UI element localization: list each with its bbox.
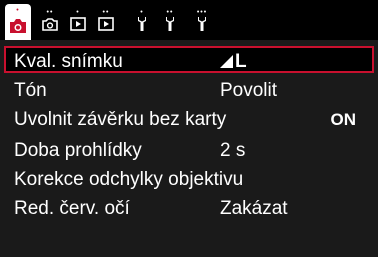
tab-page-dots: • [76,9,80,16]
camera-icon [10,19,26,33]
menu-item-red-eye[interactable]: Red. červ. očí Zakázat [0,195,378,222]
tab-playback-2[interactable]: •• [94,6,118,34]
tab-shooting-1[interactable]: • [5,4,31,40]
menu-item-label: Red. červ. očí [14,198,130,219]
menu-item-value: ON [330,110,357,129]
menu-item-label: Uvolnit závěrku bez karty [14,109,227,130]
tab-page-dots: •• [102,9,110,16]
quality-fine-icon [220,55,233,68]
menu-item-label: Tón [14,80,47,101]
menu-item-label: Doba prohlídky [14,140,142,161]
playback-icon [70,17,86,31]
playback-icon [98,17,114,31]
tab-setup-1[interactable]: • [130,6,154,34]
menu-item-lens-correction[interactable]: Korekce odchylky objektivu [0,166,378,193]
menu-item-value: Zakázat [220,198,288,219]
tab-setup-2[interactable]: •• [158,6,182,34]
tab-setup-3[interactable]: ••• [190,6,214,34]
wrench-icon [198,17,206,31]
menu-item-value: L [220,48,247,75]
tab-page-dots: ••• [196,9,208,16]
menu-tab-bar: • •• • •• • •• ••• [0,0,378,40]
menu-list: Kval. snímku L Tón Povolit Uvolnit závěr… [0,40,378,257]
tab-playback-1[interactable]: • [66,6,90,34]
quality-size-text: L [235,51,247,72]
wrench-icon [166,17,174,31]
tab-shooting-2[interactable]: •• [38,6,62,34]
wrench-icon [138,17,146,31]
tab-page-dots: • [16,7,20,14]
menu-item-value: Povolit [220,80,278,101]
menu-item-value: 2 s [220,140,246,161]
menu-item-beep[interactable]: Tón Povolit [0,77,378,104]
menu-item-review-time[interactable]: Doba prohlídky 2 s [0,137,378,164]
menu-item-release-without-card[interactable]: Uvolnit závěrku bez karty ON [0,106,378,133]
menu-item-image-quality[interactable]: Kval. snímku L [4,46,374,73]
camera-icon [42,17,58,31]
menu-item-label: Korekce odchylky objektivu [14,169,244,190]
tab-page-dots: •• [46,9,54,16]
tab-page-dots: •• [166,9,174,16]
tab-page-dots: • [140,9,144,16]
menu-item-label: Kval. snímku [14,51,123,72]
